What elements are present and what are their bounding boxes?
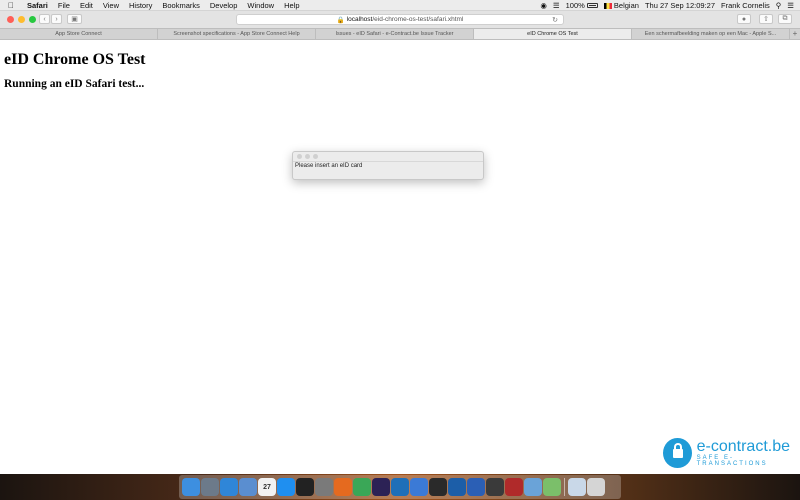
- share-button[interactable]: ⇧: [759, 14, 773, 24]
- wifi-icon[interactable]: ☰: [553, 1, 560, 10]
- padlock-badge-icon: [663, 438, 692, 468]
- reload-icon[interactable]: ↻: [552, 16, 558, 24]
- status-app-icon[interactable]: ◉: [540, 1, 547, 10]
- launchpad-icon[interactable]: [201, 478, 219, 496]
- dialog-zoom-icon[interactable]: [313, 154, 318, 159]
- new-tab-button[interactable]: +: [790, 29, 800, 39]
- maps-icon[interactable]: [543, 478, 561, 496]
- trash-icon[interactable]: [587, 478, 605, 496]
- sidebar-toggle-icon[interactable]: ▣: [67, 14, 82, 24]
- dialog-close-icon[interactable]: [297, 154, 302, 159]
- dialog-message: Please insert an eID card: [293, 161, 483, 170]
- menu-window[interactable]: Window: [242, 1, 279, 10]
- dialog-minimize-icon[interactable]: [305, 154, 310, 159]
- forward-button[interactable]: ›: [51, 14, 62, 24]
- menu-app-safari[interactable]: Safari: [22, 1, 53, 10]
- safari-icon[interactable]: [220, 478, 238, 496]
- parcel-icon[interactable]: [524, 478, 542, 496]
- zoom-window-button[interactable]: [29, 16, 36, 23]
- console-icon[interactable]: [429, 478, 447, 496]
- logo-tagline: SAFE E-TRANSACTIONS: [696, 455, 768, 467]
- menu-history[interactable]: History: [124, 1, 157, 10]
- close-window-button[interactable]: [7, 16, 14, 23]
- insert-card-dialog: Please insert an eID card: [292, 151, 484, 180]
- downloads-button[interactable]: ●: [737, 14, 751, 24]
- firefox-icon[interactable]: [334, 478, 352, 496]
- menu-develop[interactable]: Develop: [205, 1, 243, 10]
- tab-schermafbeelding[interactable]: Een schermafbeelding maken op een Mac - …: [632, 29, 790, 39]
- tab-issues-eid-safari[interactable]: Issues - eID Safari - e-Contract.be Issu…: [316, 29, 474, 39]
- menu-file[interactable]: File: [53, 1, 75, 10]
- spotlight-search-icon[interactable]: ⚲: [776, 1, 782, 10]
- lock-icon: 🔒: [336, 16, 345, 24]
- downloads-icon[interactable]: [568, 478, 586, 496]
- eclipse-icon[interactable]: [372, 478, 390, 496]
- tab-app-store-connect[interactable]: App Store Connect: [0, 29, 158, 39]
- tab-bar: App Store Connect Screenshot specificati…: [0, 28, 800, 40]
- input-source[interactable]: Belgian: [603, 1, 639, 10]
- url-host: localhost: [346, 16, 373, 23]
- chrome-icon[interactable]: [353, 478, 371, 496]
- battery-icon: [586, 3, 598, 9]
- dialog-titlebar: [293, 152, 483, 161]
- econtract-logo: e-contract.be SAFE E-TRANSACTIONS: [663, 438, 800, 468]
- apple-menu-icon[interactable]: : [0, 1, 22, 10]
- address-bar[interactable]: 🔒 localhost/eid-chrome-os-test/safari.xh…: [236, 14, 564, 25]
- battery-percent: 100%: [565, 0, 585, 10]
- menu-edit[interactable]: Edit: [75, 1, 98, 10]
- tab-eid-chrome-os-test[interactable]: eID Chrome OS Test: [474, 29, 632, 39]
- terminal-icon[interactable]: [296, 478, 314, 496]
- menu-bookmarks[interactable]: Bookmarks: [157, 1, 205, 10]
- menu-bar:  Safari File Edit View History Bookmark…: [0, 0, 800, 11]
- calendar-icon[interactable]: 27: [258, 478, 276, 496]
- dock: 27: [179, 475, 621, 499]
- vscode-icon[interactable]: [391, 478, 409, 496]
- xcode-icon[interactable]: [410, 478, 428, 496]
- activity-monitor-icon[interactable]: [486, 478, 504, 496]
- photo-booth-icon[interactable]: [505, 478, 523, 496]
- show-all-tabs-button[interactable]: ⧉: [778, 14, 792, 24]
- system-preferences-icon[interactable]: [315, 478, 333, 496]
- page-status: Running an eID Safari test...: [4, 78, 145, 90]
- url-path: /eid-chrome-os-test/safari.xhtml: [372, 16, 464, 23]
- virtualbox-icon[interactable]: [448, 478, 466, 496]
- user-name[interactable]: Frank Cornelis: [721, 1, 770, 10]
- belgian-flag-icon: [603, 2, 612, 9]
- browser-toolbar: ‹ › ▣ 🔒 localhost/eid-chrome-os-test/saf…: [0, 11, 800, 28]
- app-store-icon[interactable]: [277, 478, 295, 496]
- menu-help[interactable]: Help: [279, 1, 304, 10]
- battery-status[interactable]: 100%: [566, 1, 598, 10]
- notification-center-icon[interactable]: ☰: [787, 1, 794, 10]
- logo-brand: e-contract.be: [696, 438, 791, 455]
- preview-icon[interactable]: [239, 478, 257, 496]
- window-controls: [0, 16, 36, 23]
- minimize-window-button[interactable]: [18, 16, 25, 23]
- page-title: eID Chrome OS Test: [4, 51, 146, 68]
- word-icon[interactable]: [467, 478, 485, 496]
- back-button[interactable]: ‹: [39, 14, 50, 24]
- tab-screenshot-specifications[interactable]: Screenshot specifications - App Store Co…: [158, 29, 316, 39]
- clock[interactable]: Thu 27 Sep 12:09:27: [645, 1, 715, 10]
- dock-separator: [564, 478, 565, 496]
- finder-icon[interactable]: [182, 478, 200, 496]
- menu-view[interactable]: View: [98, 1, 124, 10]
